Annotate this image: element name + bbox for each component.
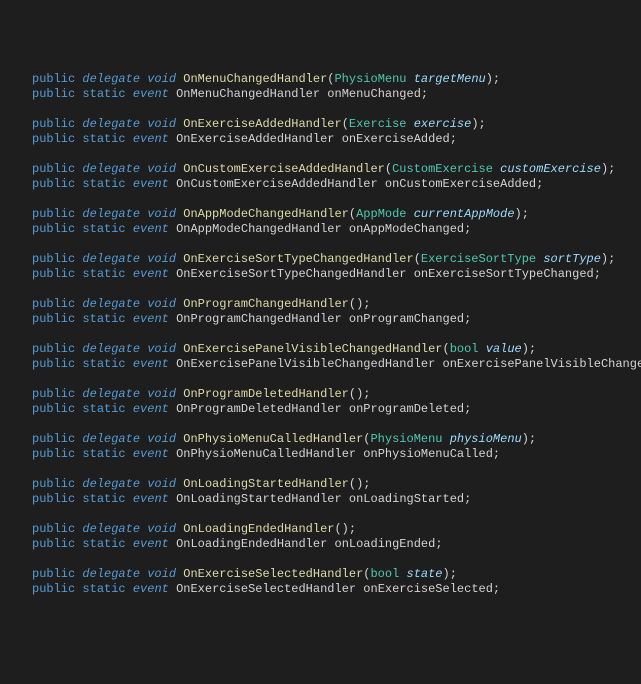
delegate-declaration: public delegate void OnAppModeChangedHan… [32,207,529,221]
event-declaration: public static event OnExerciseSelectedHa… [32,582,500,596]
delegate-declaration: public delegate void OnCustomExerciseAdd… [32,162,615,176]
delegate-declaration: public delegate void OnExerciseAddedHand… [32,117,486,131]
event-declaration: public static event OnPhysioMenuCalledHa… [32,447,500,461]
delegate-declaration: public delegate void OnExerciseSortTypeC… [32,252,615,266]
event-declaration: public static event OnCustomExerciseAdde… [32,177,543,191]
delegate-declaration: public delegate void OnMenuChangedHandle… [32,72,500,86]
delegate-declaration: public delegate void OnExerciseSelectedH… [32,567,457,581]
event-declaration: public static event OnExerciseAddedHandl… [32,132,457,146]
delegate-declaration: public delegate void OnProgramDeletedHan… [32,387,371,401]
event-declaration: public static event OnProgramDeletedHand… [32,402,471,416]
delegate-declaration: public delegate void OnProgramChangedHan… [32,297,371,311]
event-declaration: public static event OnExercisePanelVisib… [32,357,641,371]
delegate-declaration: public delegate void OnPhysioMenuCalledH… [32,432,536,446]
event-declaration: public static event OnLoadingStartedHand… [32,492,471,506]
code-editor[interactable]: public delegate void OnMenuChangedHandle… [32,72,641,597]
event-declaration: public static event OnMenuChangedHandler… [32,87,428,101]
event-declaration: public static event OnLoadingEndedHandle… [32,537,443,551]
event-declaration: public static event OnProgramChangedHand… [32,312,471,326]
delegate-declaration: public delegate void OnExercisePanelVisi… [32,342,536,356]
delegate-declaration: public delegate void OnLoadingStartedHan… [32,477,371,491]
event-declaration: public static event OnExerciseSortTypeCh… [32,267,601,281]
event-declaration: public static event OnAppModeChangedHand… [32,222,471,236]
delegate-declaration: public delegate void OnLoadingEndedHandl… [32,522,356,536]
